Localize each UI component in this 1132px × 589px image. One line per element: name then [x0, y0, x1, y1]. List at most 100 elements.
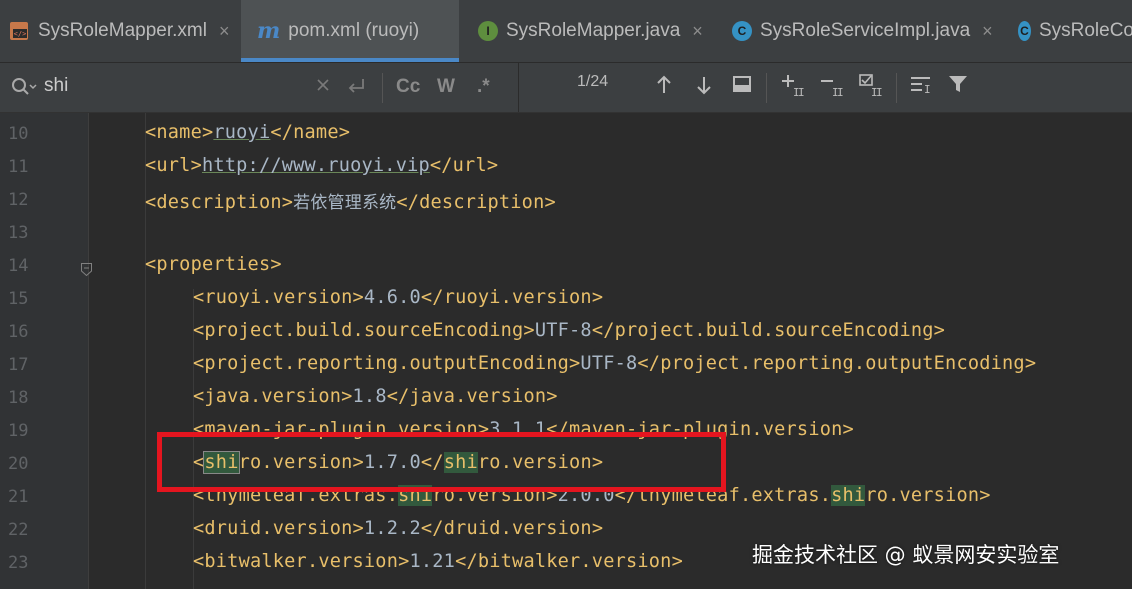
xml-tag: <druid.version>	[193, 518, 364, 539]
svg-text:I: I	[876, 86, 883, 98]
xml-tag: </project.reporting.outputEncoding>	[637, 353, 1037, 374]
clear-search-icon[interactable]	[315, 77, 331, 93]
maven-m-icon: m	[257, 18, 281, 44]
code-line[interactable]: <url>http://www.ruoyi.vip</url>	[145, 155, 498, 176]
xml-tag: </project.build.sourceEncoding>	[591, 320, 946, 341]
line-number: 21	[8, 487, 29, 507]
fold-marker-icon[interactable]	[81, 261, 92, 277]
code-line[interactable]: <project.reporting.outputEncoding>UTF-8<…	[193, 353, 1036, 374]
xml-text: 若依管理系统	[293, 193, 397, 213]
svg-text:I: I	[798, 86, 805, 98]
xml-tag: </description>	[396, 192, 556, 213]
xml-tag: </name>	[270, 122, 351, 143]
code-line[interactable]: <project.build.sourceEncoding>UTF-8</pro…	[193, 320, 945, 341]
tab-sysroleserviceimpl-java[interactable]: C SysRoleServiceImpl.java ×	[718, 0, 1003, 62]
tab-sysrolemapper-java[interactable]: I SysRoleMapper.java ×	[460, 0, 717, 62]
line-number: 19	[8, 421, 29, 441]
xml-text: 1.8	[352, 386, 387, 407]
class-c-icon: C	[732, 21, 752, 41]
xml-text: http://www.ruoyi.vip	[201, 155, 430, 176]
match-case-toggle[interactable]: Cc	[396, 76, 420, 98]
xml-tag: </ruoyi.version>	[420, 287, 604, 308]
tab-sysrolecontroller[interactable]: C SysRoleCo	[1004, 0, 1132, 62]
next-occurrence-icon[interactable]	[694, 74, 714, 96]
unselect-occurrence-icon[interactable]: I I	[818, 72, 846, 98]
close-icon[interactable]: ×	[692, 21, 703, 42]
tab-label: SysRoleServiceImpl.java	[760, 20, 971, 41]
match-count: 1/24	[577, 73, 609, 90]
line-number-gutter	[0, 113, 88, 589]
xml-tag: </url>	[429, 155, 499, 176]
line-number: 14	[8, 256, 29, 276]
editor-tab-bar: </> SysRoleMapper.xml × m pom.xml (ruoyi…	[0, 0, 1132, 63]
search-match-highlight: shi	[831, 485, 866, 506]
annotation-box	[157, 432, 726, 492]
line-number: 16	[8, 322, 29, 342]
line-number: 20	[8, 454, 29, 474]
interface-i-icon: I	[478, 21, 498, 41]
line-number: 12	[8, 190, 29, 210]
tab-pom-xml[interactable]: m pom.xml (ruoyi)	[241, 0, 459, 62]
find-input-area: shi Cc W .*	[0, 63, 519, 112]
line-number: 17	[8, 355, 29, 375]
xml-file-icon: </>	[8, 20, 30, 42]
xml-tag: </bitwalker.version>	[455, 551, 683, 572]
gutter-divider	[88, 113, 89, 589]
find-bar: shi Cc W .* 1/24 I I I I I I I	[0, 63, 1132, 113]
tab-label: SysRoleMapper.xml	[38, 20, 207, 41]
filter-search-results-icon[interactable]: I	[908, 73, 934, 97]
xml-tag: <ruoyi.version>	[193, 287, 364, 308]
line-number: 13	[8, 223, 29, 243]
search-input[interactable]: shi	[44, 75, 68, 97]
divider	[896, 73, 897, 103]
xml-text: ruoyi	[213, 122, 271, 143]
watermark: 掘金技术社区 @ 蚁景网安实验室	[752, 543, 1060, 567]
line-number: 22	[8, 520, 29, 540]
xml-text: UTF-8	[580, 353, 638, 374]
divider	[766, 73, 767, 103]
xml-tag: <properties>	[145, 254, 282, 275]
svg-text:I: I	[837, 86, 844, 98]
code-line[interactable]: <name>ruoyi</name>	[145, 122, 350, 143]
line-number: 10	[8, 124, 29, 144]
close-icon[interactable]: ×	[219, 21, 230, 42]
code-editor[interactable]: 10 11 12 13 14 15 16 17 18 19 20 21 22 2…	[0, 113, 1132, 589]
xml-tag: <project.reporting.outputEncoding>	[193, 353, 581, 374]
code-line[interactable]: <java.version>1.8</java.version>	[193, 386, 558, 407]
xml-tag: <url>	[145, 155, 202, 176]
divider	[382, 73, 383, 103]
code-line[interactable]: <description>若依管理系统</description>	[145, 188, 556, 213]
regex-toggle[interactable]: .*	[477, 76, 490, 98]
tab-sysrolemapper-xml[interactable]: </> SysRoleMapper.xml ×	[0, 0, 240, 62]
code-line[interactable]: <ruoyi.version>4.6.0</ruoyi.version>	[193, 287, 603, 308]
words-toggle[interactable]: W	[437, 76, 455, 98]
xml-tag: <description>	[145, 192, 294, 213]
close-icon[interactable]: ×	[982, 21, 993, 42]
line-number: 11	[8, 157, 29, 177]
tab-label: SysRoleMapper.java	[506, 20, 681, 41]
open-in-window-icon[interactable]	[732, 74, 752, 94]
select-all-occurrences-icon[interactable]: I I	[857, 72, 885, 98]
xml-tag: <bitwalker.version>	[193, 551, 410, 572]
xml-tag: <project.build.sourceEncoding>	[193, 320, 535, 341]
tab-label: pom.xml (ruoyi)	[288, 20, 420, 41]
tab-label: SysRoleCo	[1038, 20, 1132, 41]
new-line-icon[interactable]	[345, 76, 367, 96]
xml-text: 1.21	[409, 551, 456, 572]
class-c-icon: C	[1018, 21, 1031, 41]
search-icon[interactable]	[10, 76, 38, 98]
xml-text: 1.2.2	[363, 518, 421, 539]
previous-occurrence-icon[interactable]	[654, 74, 674, 96]
indent-guide	[145, 113, 146, 589]
svg-text:I: I	[924, 83, 931, 96]
add-selection-next-occurrence-icon[interactable]: I I	[779, 72, 807, 98]
xml-text: 4.6.0	[363, 287, 421, 308]
code-line[interactable]: <bitwalker.version>1.21</bitwalker.versi…	[193, 551, 683, 572]
xml-tag: <java.version>	[193, 386, 353, 407]
code-line[interactable]: <properties>	[145, 254, 282, 275]
code-line[interactable]: <druid.version>1.2.2</druid.version>	[193, 518, 603, 539]
line-number: 18	[8, 388, 29, 408]
line-number: 15	[8, 289, 29, 309]
funnel-filter-icon[interactable]	[947, 73, 969, 95]
xml-tag: <name>	[145, 122, 214, 143]
